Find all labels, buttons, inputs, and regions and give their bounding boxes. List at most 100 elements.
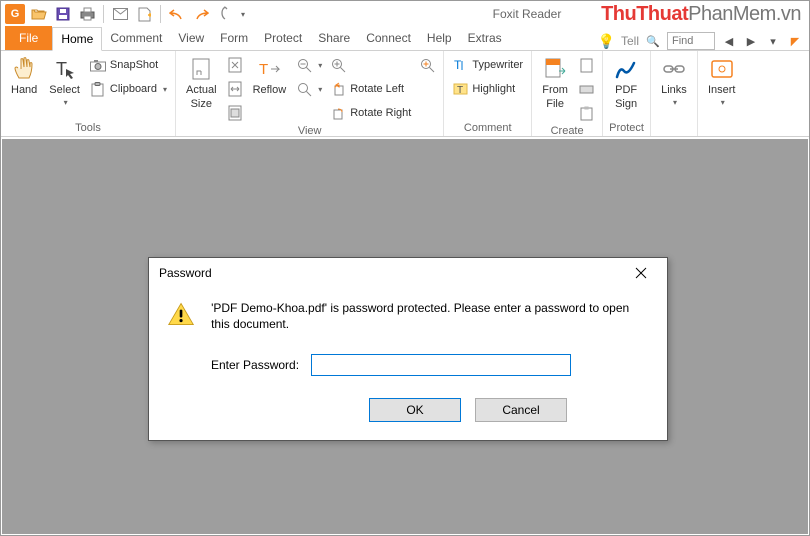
marquee-zoom-button[interactable] <box>417 54 437 76</box>
fit-visible-button[interactable] <box>225 102 245 124</box>
tab-help[interactable]: Help <box>419 26 460 50</box>
find-input[interactable] <box>667 32 715 50</box>
rotate-left-icon <box>330 81 346 97</box>
rotate-right-button[interactable]: Rotate Right <box>328 102 413 124</box>
group-comment: T Typewriter T Highlight Comment <box>444 51 532 136</box>
blank-pdf-button[interactable] <box>576 54 596 76</box>
zoom-out-button[interactable]: ▾ <box>294 54 324 76</box>
from-scanner-button[interactable] <box>576 78 596 100</box>
select-label: Select <box>49 84 80 96</box>
qat-dropdown-icon[interactable]: ▾ <box>241 10 245 19</box>
group-links: Links ▾ <box>651 51 698 136</box>
group-insert: Insert ▾ <box>698 51 746 136</box>
highlight-icon: T <box>452 81 468 97</box>
warning-icon <box>167 300 195 328</box>
password-input[interactable] <box>311 354 571 376</box>
group-tools: Hand T Select ▾ SnapShot <box>1 51 176 136</box>
pdf-sign-button[interactable]: PDF Sign <box>609 54 643 112</box>
zoom-icon <box>296 81 312 97</box>
ok-button[interactable]: OK <box>369 398 461 422</box>
search-icon[interactable]: 🔍 <box>645 33 661 49</box>
clipboard2-icon <box>578 105 594 121</box>
clipboard-button[interactable]: Clipboard ▾ <box>88 78 169 100</box>
actual-size-icon <box>188 56 214 82</box>
select-icon: T <box>52 56 78 82</box>
insert-icon <box>709 56 735 82</box>
find-prev-icon[interactable]: ◀ <box>721 33 737 49</box>
fit-width-button[interactable] <box>225 78 245 100</box>
new-doc-icon[interactable] <box>134 4 154 24</box>
redo-icon[interactable] <box>191 4 211 24</box>
dialog-close-button[interactable] <box>625 262 657 284</box>
dialog-message: 'PDF Demo-Khoa.pdf' is password protecte… <box>211 300 649 332</box>
hand-button[interactable]: Hand <box>7 54 41 98</box>
undo-icon[interactable] <box>167 4 187 24</box>
scroll-mode-icon[interactable] <box>215 4 235 24</box>
zoom-in-icon <box>330 57 346 73</box>
ribbon: Hand T Select ▾ SnapShot <box>1 51 809 137</box>
save-icon[interactable] <box>53 4 73 24</box>
pdf-sign-icon <box>613 56 639 82</box>
marquee-icon <box>419 57 435 73</box>
camera-icon <box>90 57 106 73</box>
group-tools-label: Tools <box>7 121 169 134</box>
fit-page-button[interactable] <box>225 54 245 76</box>
fit-page-icon <box>227 57 243 73</box>
fit-width-icon <box>227 81 243 97</box>
tell-me[interactable]: Tell <box>621 34 639 48</box>
highlight-button[interactable]: T Highlight <box>450 78 525 100</box>
links-button[interactable]: Links ▾ <box>657 54 691 109</box>
find-options-icon[interactable]: ▾ <box>765 33 781 49</box>
svg-text:T: T <box>457 85 463 96</box>
select-button[interactable]: T Select ▾ <box>45 54 84 109</box>
link-icon <box>661 56 687 82</box>
bulb-icon[interactable]: 💡 <box>598 33 615 50</box>
snapshot-button[interactable]: SnapShot <box>88 54 169 76</box>
watermark: ThuThuatPhanMem.vn <box>601 3 801 26</box>
hand-icon <box>11 56 37 82</box>
email-icon[interactable] <box>110 4 130 24</box>
scanner-icon <box>578 81 594 97</box>
group-links-label <box>657 121 691 134</box>
close-icon <box>635 267 647 279</box>
clipboard-icon <box>90 81 106 97</box>
snapshot-label: SnapShot <box>110 59 158 71</box>
svg-text:T: T <box>454 58 462 72</box>
tab-connect[interactable]: Connect <box>358 26 419 50</box>
group-view: Actual Size T Reflow ▾ ▾ <box>176 51 444 136</box>
find-next-icon[interactable]: ▶ <box>743 33 759 49</box>
open-file-icon[interactable] <box>29 4 49 24</box>
reflow-button[interactable]: T Reflow <box>249 54 291 98</box>
actual-size-button[interactable]: Actual Size <box>182 54 221 112</box>
collapse-ribbon-icon[interactable]: ◤ <box>787 33 803 49</box>
group-view-label: View <box>182 124 437 137</box>
tab-comment[interactable]: Comment <box>102 26 170 50</box>
tab-view[interactable]: View <box>170 26 212 50</box>
typewriter-button[interactable]: T Typewriter <box>450 54 525 76</box>
tab-form[interactable]: Form <box>212 26 256 50</box>
zoom-in-button[interactable] <box>328 54 413 76</box>
group-comment-label: Comment <box>450 121 525 134</box>
dialog-title: Password <box>159 266 625 280</box>
rotate-left-button[interactable]: Rotate Left <box>328 78 413 100</box>
cancel-button[interactable]: Cancel <box>475 398 567 422</box>
tab-share[interactable]: Share <box>310 26 358 50</box>
insert-button[interactable]: Insert ▾ <box>704 54 740 109</box>
from-clipboard-button[interactable] <box>576 102 596 124</box>
ribbon-tabbar: File Home Comment View Form Protect Shar… <box>1 27 809 51</box>
from-file-button[interactable]: From File <box>538 54 572 112</box>
file-tab[interactable]: File <box>5 26 52 50</box>
typewriter-icon: T <box>452 57 468 73</box>
zoom-out-icon <box>296 57 312 73</box>
hand-label: Hand <box>11 84 37 96</box>
app-logo: G <box>5 4 25 24</box>
tab-protect[interactable]: Protect <box>256 26 310 50</box>
svg-text:T: T <box>56 59 67 79</box>
group-protect: PDF Sign Protect <box>603 51 651 136</box>
tab-extras[interactable]: Extras <box>460 26 510 50</box>
group-create: From File Create <box>532 51 603 136</box>
select-dropdown-icon: ▾ <box>64 98 68 107</box>
print-icon[interactable] <box>77 4 97 24</box>
zoom-level-button[interactable]: ▾ <box>294 78 324 100</box>
tab-home[interactable]: Home <box>52 27 102 51</box>
